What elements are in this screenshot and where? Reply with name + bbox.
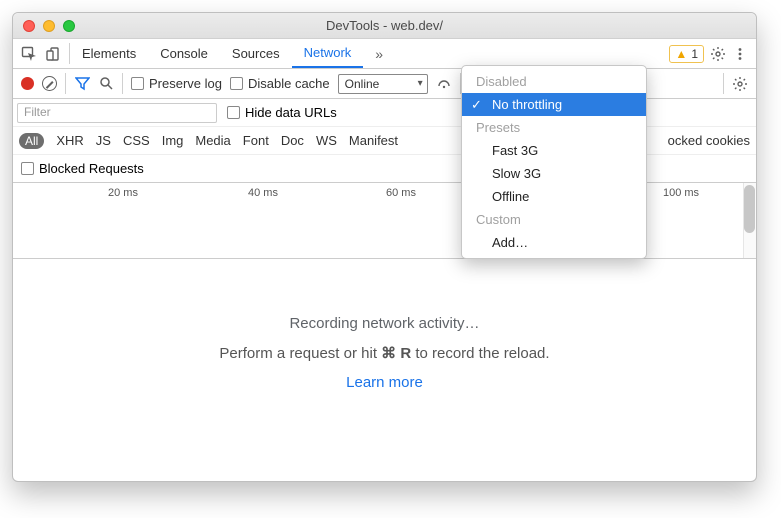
search-icon[interactable] <box>98 76 114 92</box>
disable-cache-checkbox[interactable]: Disable cache <box>230 76 330 91</box>
filter-all[interactable]: All <box>19 133 44 149</box>
checkbox-icon <box>21 162 34 175</box>
mac-titlebar: DevTools - web.dev/ <box>13 13 756 39</box>
instruction-message: Perform a request or hit ⌘ R to record t… <box>219 344 549 362</box>
throttle-option-no-throttling[interactable]: No throttling <box>462 93 646 116</box>
kebab-menu-icon[interactable] <box>732 46 748 62</box>
window-title: DevTools - web.dev/ <box>13 18 756 33</box>
record-button[interactable] <box>21 77 34 90</box>
separator <box>122 73 123 94</box>
blocked-requests-label: Blocked Requests <box>39 161 144 176</box>
zoom-window-button[interactable] <box>63 20 75 32</box>
checkbox-icon <box>131 77 144 90</box>
filter-ws[interactable]: WS <box>316 133 337 148</box>
inspect-tools <box>13 39 69 68</box>
filter-input[interactable]: Filter <box>17 103 217 123</box>
filter-css[interactable]: CSS <box>123 133 150 148</box>
blocked-cookies-label-partial[interactable]: ocked cookies <box>668 133 750 148</box>
timeline-tick: 100 ms <box>663 187 699 199</box>
empty-state: Recording network activity… Perform a re… <box>13 259 756 391</box>
separator <box>723 73 724 94</box>
network-conditions-icon[interactable] <box>436 76 452 92</box>
tab-network[interactable]: Network <box>292 39 364 68</box>
panel-tabs: Elements Console Sources Network » <box>70 39 395 68</box>
network-settings-gear-icon[interactable] <box>732 76 748 92</box>
filter-doc[interactable]: Doc <box>281 133 304 148</box>
tab-console[interactable]: Console <box>148 39 220 68</box>
blocked-requests-checkbox[interactable]: Blocked Requests <box>21 161 144 176</box>
close-window-button[interactable] <box>23 20 35 32</box>
settings-gear-icon[interactable] <box>710 46 726 62</box>
dropdown-group-custom: Custom <box>462 208 646 231</box>
throttle-option-slow-3g[interactable]: Slow 3G <box>462 162 646 185</box>
keyboard-shortcut: ⌘ R <box>381 345 411 362</box>
minimize-window-button[interactable] <box>43 20 55 32</box>
dropdown-group-disabled: Disabled <box>462 70 646 93</box>
filter-xhr[interactable]: XHR <box>56 133 83 148</box>
throttling-select[interactable]: Online <box>338 74 428 94</box>
tab-elements[interactable]: Elements <box>70 39 148 68</box>
filter-font[interactable]: Font <box>243 133 269 148</box>
timeline-tick: 20 ms <box>108 187 138 199</box>
recording-message: Recording network activity… <box>289 315 479 332</box>
more-tabs-icon[interactable]: » <box>363 39 395 68</box>
device-toolbar-icon[interactable] <box>45 46 61 62</box>
filter-img[interactable]: Img <box>162 133 184 148</box>
disable-cache-label: Disable cache <box>248 76 330 91</box>
scrollbar-thumb[interactable] <box>744 185 755 233</box>
throttle-option-fast-3g[interactable]: Fast 3G <box>462 139 646 162</box>
checkbox-icon <box>227 106 240 119</box>
preserve-log-label: Preserve log <box>149 76 222 91</box>
throttle-option-offline[interactable]: Offline <box>462 185 646 208</box>
throttling-value: Online <box>345 77 380 91</box>
filter-manifest[interactable]: Manifest <box>349 133 398 148</box>
throttle-option-add[interactable]: Add… <box>462 231 646 254</box>
dropdown-group-presets: Presets <box>462 116 646 139</box>
timeline-tick: 60 ms <box>386 187 416 199</box>
warning-icon: ▲ <box>675 47 687 61</box>
warning-count: 1 <box>691 47 698 61</box>
hide-data-urls-label: Hide data URLs <box>245 105 337 120</box>
main-tabbar: Elements Console Sources Network » ▲ 1 <box>13 39 756 69</box>
learn-more-link[interactable]: Learn more <box>346 374 423 391</box>
filter-js[interactable]: JS <box>96 133 111 148</box>
tabbar-right: ▲ 1 <box>661 39 756 68</box>
clear-icon[interactable] <box>42 76 57 91</box>
warnings-badge[interactable]: ▲ 1 <box>669 45 704 63</box>
timeline-scrollbar[interactable] <box>743 183 756 258</box>
throttling-dropdown: Disabled No throttling Presets Fast 3G S… <box>461 65 647 259</box>
devtools-window: DevTools - web.dev/ Elements Console Sou… <box>12 12 757 482</box>
preserve-log-checkbox[interactable]: Preserve log <box>131 76 222 91</box>
timeline-tick: 40 ms <box>248 187 278 199</box>
separator <box>65 73 66 94</box>
inspect-element-icon[interactable] <box>21 46 37 62</box>
traffic-lights <box>23 20 75 32</box>
tab-sources[interactable]: Sources <box>220 39 292 68</box>
filter-icon[interactable] <box>74 76 90 92</box>
hide-data-urls-checkbox[interactable]: Hide data URLs <box>227 105 337 120</box>
filter-media[interactable]: Media <box>195 133 230 148</box>
checkbox-icon <box>230 77 243 90</box>
